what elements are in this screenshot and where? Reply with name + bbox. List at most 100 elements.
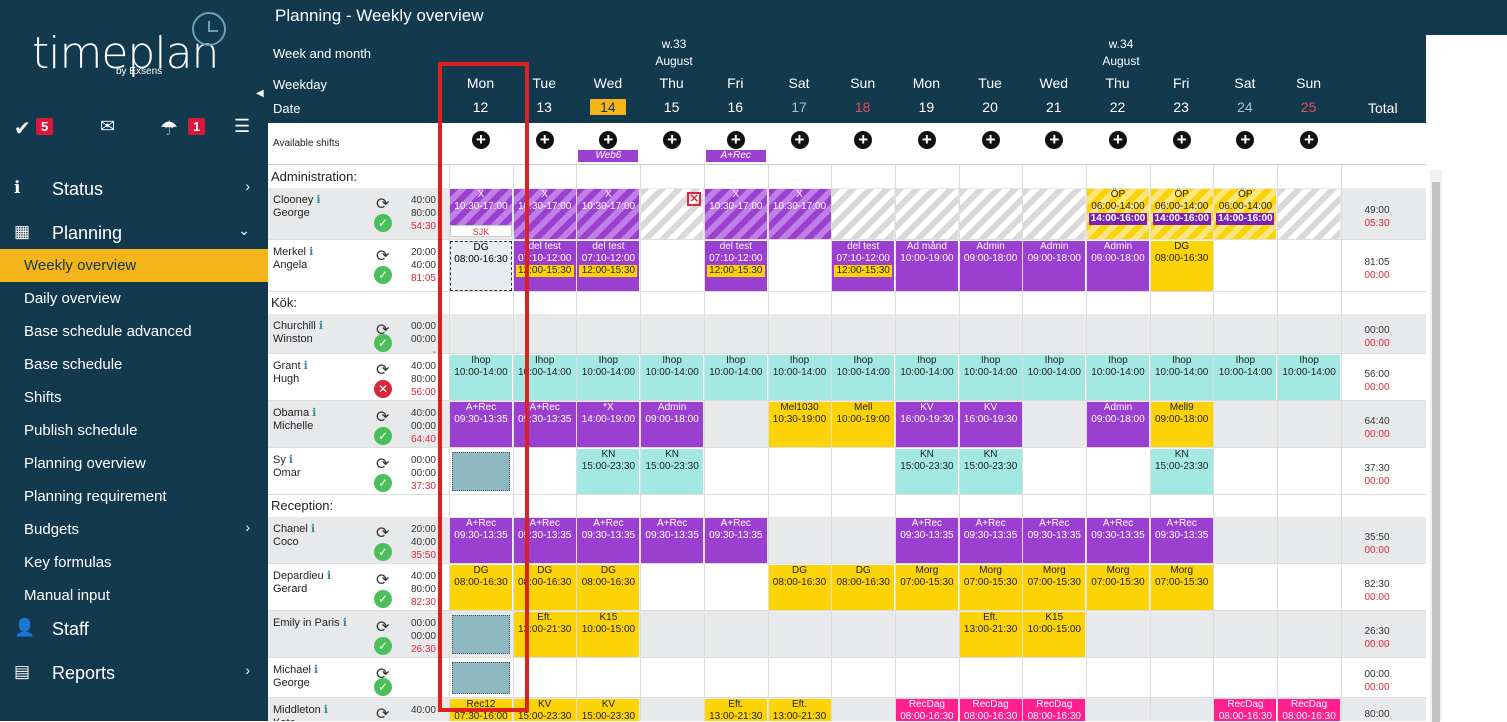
unavailable-cell[interactable]	[1023, 189, 1086, 239]
shift-cell[interactable]: Ihop 10:00-14:00	[1023, 355, 1086, 400]
add-shift-icon[interactable]: +	[535, 131, 554, 149]
add-shift-icon[interactable]: +	[1172, 131, 1191, 149]
unavailable-cell[interactable]	[959, 189, 1022, 239]
employee-name[interactable]: Emily in Paris ℹ	[273, 617, 347, 630]
shift-cell[interactable]: del test 07:10-12:00 12:00-15:30	[577, 241, 640, 291]
nav-item-weekly-overview[interactable]: Weekly overview	[0, 249, 268, 282]
shift-cell[interactable]: Ihop 10:00-14:00	[832, 355, 895, 400]
approved-check-icon[interactable]: ✓	[374, 678, 392, 696]
approved-check-icon[interactable]: ✓	[374, 214, 392, 232]
refresh-icon[interactable]: ⟳	[376, 523, 389, 543]
shift-cell[interactable]: del test 07:10-12:00 12:00-15:30	[704, 241, 767, 291]
shift-cell[interactable]: Ihop 10:00-14:00	[577, 355, 640, 400]
unavailable-cell[interactable]	[1278, 189, 1341, 239]
vacation-umbrella-icon[interactable]: ☂	[160, 116, 178, 141]
add-shift-icon[interactable]: +	[981, 131, 1000, 149]
shift-cell[interactable]: Eft. 13:00-21:30	[704, 699, 767, 721]
nav-item-planning-requirement[interactable]: Planning requirement	[0, 480, 268, 513]
shift-cell[interactable]: Admin 09:00-18:00	[1087, 402, 1149, 447]
nav-item-key-formulas[interactable]: Key formulas	[0, 546, 268, 579]
shift-cell[interactable]: Morg 07:00-15:30	[1087, 565, 1149, 610]
shift-cell[interactable]: KN 15:00-23:30	[959, 449, 1022, 494]
unavailable-cell[interactable]	[895, 189, 958, 239]
unavailable-cell[interactable]	[832, 189, 895, 239]
shift-cell[interactable]: Ihop 10:00-14:00	[768, 355, 831, 400]
collapse-sidebar-icon[interactable]: ◀	[256, 88, 264, 99]
nav-item-shifts[interactable]: Shifts	[0, 381, 268, 414]
approved-check-icon[interactable]: ✓	[374, 427, 392, 445]
nav-item-planning[interactable]: ▦ Planning ⌄	[0, 216, 268, 250]
nav-item-base-schedule-advanced[interactable]: Base schedule advanced	[0, 315, 268, 348]
shift-cell[interactable]: Mel1030 10:30-19:00	[768, 402, 831, 447]
shift-cell[interactable]: KV 15:00-23:30	[577, 699, 640, 721]
nav-item-daily-overview[interactable]: Daily overview	[0, 282, 268, 315]
shift-cell[interactable]: Morg 07:00-15:30	[959, 565, 1022, 610]
employee-name[interactable]: Clooney ℹ George	[273, 194, 321, 220]
shift-cell[interactable]: A+Rec 09:30-13:35	[1023, 518, 1086, 563]
approved-check-icon[interactable]: ✓	[374, 590, 392, 608]
shift-cell[interactable]: Morg 07:00-15:30	[1150, 565, 1213, 610]
shift-cell[interactable]: RecDag 08:00-16:30	[1214, 699, 1277, 721]
add-shift-icon[interactable]: +	[917, 131, 936, 149]
shift-cell[interactable]: KV 16:00-19:30	[959, 402, 1022, 447]
list-icon[interactable]: ☰	[234, 116, 250, 137]
shift-cell[interactable]: Ihop 10:00-14:00	[641, 355, 704, 400]
shift-cell[interactable]: A+Rec 09:30-13:35	[895, 518, 958, 563]
employee-name[interactable]: Middleton ℹKate	[273, 704, 328, 721]
refresh-icon[interactable]: ⟳	[376, 454, 389, 474]
shift-cell[interactable]: Admin 09:00-18:00	[641, 402, 704, 447]
shift-cell[interactable]: DG 08:00-16:30	[1150, 241, 1213, 291]
refresh-icon[interactable]: ⟳	[376, 704, 389, 721]
shift-cell[interactable]: DG 08:00-16:30	[832, 565, 895, 610]
approved-check-icon[interactable]: ✓	[374, 266, 392, 284]
approved-check-icon[interactable]: ✓	[374, 637, 392, 655]
shift-cell[interactable]: Ihop 10:00-14:00	[1214, 355, 1277, 400]
shift-cell[interactable]: DG 08:00-16:30	[768, 565, 831, 610]
delete-x-icon[interactable]: ✕	[687, 192, 702, 206]
add-shift-icon[interactable]: +	[1109, 131, 1127, 149]
info-icon[interactable]: ℹ	[327, 570, 331, 582]
employee-name[interactable]: Chanel ℹ Coco	[273, 523, 315, 549]
shift-cell[interactable]: RecDag 08:00-16:30	[959, 699, 1022, 721]
shift-cell[interactable]: X 10:30-17:00	[577, 189, 640, 239]
add-shift-icon[interactable]: +	[854, 131, 873, 149]
employee-name[interactable]: Michael ℹ George	[273, 664, 318, 690]
info-icon[interactable]: ℹ	[304, 360, 308, 372]
shift-cell[interactable]: Ihop 10:00-14:00	[1150, 355, 1213, 400]
shift-cell[interactable]: KN 15:00-23:30	[577, 449, 640, 494]
info-icon[interactable]: ℹ	[289, 454, 293, 466]
employee-name[interactable]: Merkel ℹ Angela	[273, 246, 313, 272]
nav-item-budgets[interactable]: Budgets ›	[0, 513, 268, 546]
shift-cell[interactable]: Admin 09:00-18:00	[1087, 241, 1149, 291]
shift-cell[interactable]: DG 08:00-16:30	[577, 565, 640, 610]
scrollbar-thumb[interactable]	[1432, 182, 1440, 722]
nav-item-planning-overview[interactable]: Planning overview	[0, 447, 268, 480]
mail-icon[interactable]: ✉	[100, 116, 115, 137]
add-shift-icon[interactable]: +	[790, 131, 809, 149]
add-shift-icon[interactable]: +	[1300, 131, 1319, 149]
shift-cell[interactable]: Admin 09:00-18:00	[959, 241, 1022, 291]
shift-cell[interactable]: RecDag 08:00-16:30	[1023, 699, 1086, 721]
shift-cell[interactable]: Mell 10:00-19:00	[832, 402, 895, 447]
vertical-scrollbar[interactable]	[1430, 170, 1442, 722]
shift-cell[interactable]: Ihop 10:00-14:00	[959, 355, 1022, 400]
shift-cell[interactable]: Eft. 13:00-21:30	[959, 612, 1022, 657]
shift-cell[interactable]: KN 15:00-23:30	[895, 449, 958, 494]
shift-cell[interactable]: KV 16:00-19:30	[895, 402, 958, 447]
add-shift-icon[interactable]: +	[1045, 131, 1064, 149]
shift-cell[interactable]: Ihop 10:00-14:00	[1278, 355, 1341, 400]
add-shift-icon[interactable]: +	[726, 131, 745, 149]
shift-cell[interactable]: Eft. 13:00-21:30	[768, 699, 831, 721]
nav-item-manual-input[interactable]: Manual input	[0, 579, 268, 612]
shift-cell[interactable]: A+Rec 09:30-13:35	[641, 518, 704, 563]
tasks-check-icon[interactable]: ✔	[14, 116, 31, 141]
refresh-icon[interactable]: ⟳	[376, 246, 389, 266]
shift-cell[interactable]: K15 10:00-15:00	[1023, 612, 1086, 657]
approved-check-icon[interactable]: ✓	[374, 543, 392, 561]
approved-check-icon[interactable]: ✓	[374, 474, 392, 492]
refresh-icon[interactable]: ⟳	[376, 407, 389, 427]
info-icon[interactable]: ℹ	[314, 664, 318, 676]
refresh-icon[interactable]: ⟳	[376, 194, 389, 214]
shift-cell[interactable]: del test 07:10-12:00 12:00-15:30	[832, 241, 895, 291]
shift-cell[interactable]: RecDag 08:00-16:30	[1278, 699, 1341, 721]
